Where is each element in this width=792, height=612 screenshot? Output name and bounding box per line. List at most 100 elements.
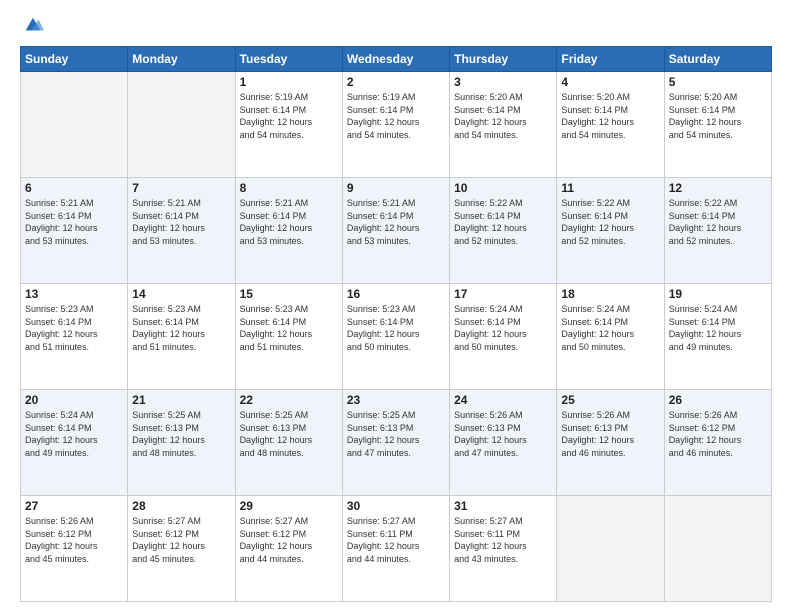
calendar-table: SundayMondayTuesdayWednesdayThursdayFrid… [20, 46, 772, 602]
day-header-tuesday: Tuesday [235, 47, 342, 72]
calendar-cell: 19 Sunrise: 5:24 AM Sunset: 6:14 PM Dayli… [664, 284, 771, 390]
day-number: 4 [561, 75, 659, 89]
day-number: 20 [25, 393, 123, 407]
day-number: 31 [454, 499, 552, 513]
calendar-cell: 16 Sunrise: 5:23 AM Sunset: 6:14 PM Dayli… [342, 284, 449, 390]
day-info: Sunrise: 5:27 AM Sunset: 6:11 PM Dayligh… [454, 515, 552, 565]
calendar-cell: 22 Sunrise: 5:25 AM Sunset: 6:13 PM Dayli… [235, 390, 342, 496]
day-info: Sunrise: 5:23 AM Sunset: 6:14 PM Dayligh… [132, 303, 230, 353]
day-number: 10 [454, 181, 552, 195]
day-number: 14 [132, 287, 230, 301]
day-info: Sunrise: 5:25 AM Sunset: 6:13 PM Dayligh… [132, 409, 230, 459]
calendar-cell [557, 496, 664, 602]
calendar-cell: 15 Sunrise: 5:23 AM Sunset: 6:14 PM Dayli… [235, 284, 342, 390]
calendar-cell: 25 Sunrise: 5:26 AM Sunset: 6:13 PM Dayli… [557, 390, 664, 496]
day-info: Sunrise: 5:22 AM Sunset: 6:14 PM Dayligh… [669, 197, 767, 247]
day-number: 6 [25, 181, 123, 195]
calendar-cell: 17 Sunrise: 5:24 AM Sunset: 6:14 PM Dayli… [450, 284, 557, 390]
calendar-week-row: 27 Sunrise: 5:26 AM Sunset: 6:12 PM Dayli… [21, 496, 772, 602]
calendar-cell: 13 Sunrise: 5:23 AM Sunset: 6:14 PM Dayli… [21, 284, 128, 390]
day-header-wednesday: Wednesday [342, 47, 449, 72]
day-info: Sunrise: 5:23 AM Sunset: 6:14 PM Dayligh… [240, 303, 338, 353]
calendar-week-row: 1 Sunrise: 5:19 AM Sunset: 6:14 PM Daylig… [21, 72, 772, 178]
calendar-cell: 5Sunrise: 5:20 AM Sunset: 6:14 PM Daylig… [664, 72, 771, 178]
day-header-sunday: Sunday [21, 47, 128, 72]
calendar-cell: 26 Sunrise: 5:26 AM Sunset: 6:12 PM Dayli… [664, 390, 771, 496]
day-info: Sunrise: 5:27 AM Sunset: 6:12 PM Dayligh… [240, 515, 338, 565]
day-number: 22 [240, 393, 338, 407]
header-row: SundayMondayTuesdayWednesdayThursdayFrid… [21, 47, 772, 72]
calendar-cell: 31 Sunrise: 5:27 AM Sunset: 6:11 PM Dayli… [450, 496, 557, 602]
day-info: Sunrise: 5:25 AM Sunset: 6:13 PM Dayligh… [240, 409, 338, 459]
day-info: Sunrise: 5:22 AM Sunset: 6:14 PM Dayligh… [561, 197, 659, 247]
calendar-cell: 6 Sunrise: 5:21 AM Sunset: 6:14 PM Daylig… [21, 178, 128, 284]
day-info: Sunrise: 5:21 AM Sunset: 6:14 PM Dayligh… [25, 197, 123, 247]
day-number: 21 [132, 393, 230, 407]
calendar-cell: 3Sunrise: 5:20 AM Sunset: 6:14 PM Daylig… [450, 72, 557, 178]
day-number: 7 [132, 181, 230, 195]
calendar-cell: 4 Sunrise: 5:20 AM Sunset: 6:14 PM Daylig… [557, 72, 664, 178]
calendar-cell: 9 Sunrise: 5:21 AM Sunset: 6:14 PM Daylig… [342, 178, 449, 284]
day-header-saturday: Saturday [664, 47, 771, 72]
day-info: Sunrise: 5:21 AM Sunset: 6:14 PM Dayligh… [347, 197, 445, 247]
day-info: Sunrise: 5:24 AM Sunset: 6:14 PM Dayligh… [561, 303, 659, 353]
logo-text [20, 18, 44, 36]
calendar-week-row: 6 Sunrise: 5:21 AM Sunset: 6:14 PM Daylig… [21, 178, 772, 284]
calendar-week-row: 13 Sunrise: 5:23 AM Sunset: 6:14 PM Dayli… [21, 284, 772, 390]
day-number: 17 [454, 287, 552, 301]
day-number: 24 [454, 393, 552, 407]
calendar-cell: 1Sunrise: 5:19 AM Sunset: 6:14 PM Daylig… [235, 72, 342, 178]
calendar-cell: 18Sunrise: 5:24 AM Sunset: 6:14 PM Dayli… [557, 284, 664, 390]
calendar-cell [664, 496, 771, 602]
day-info: Sunrise: 5:27 AM Sunset: 6:11 PM Dayligh… [347, 515, 445, 565]
day-info: Sunrise: 5:24 AM Sunset: 6:14 PM Dayligh… [454, 303, 552, 353]
day-number: 16 [347, 287, 445, 301]
calendar-cell: 10Sunrise: 5:22 AM Sunset: 6:14 PM Dayli… [450, 178, 557, 284]
day-info: Sunrise: 5:24 AM Sunset: 6:14 PM Dayligh… [25, 409, 123, 459]
day-number: 8 [240, 181, 338, 195]
day-number: 13 [25, 287, 123, 301]
day-number: 30 [347, 499, 445, 513]
calendar-cell: 21 Sunrise: 5:25 AM Sunset: 6:13 PM Dayli… [128, 390, 235, 496]
day-info: Sunrise: 5:26 AM Sunset: 6:13 PM Dayligh… [561, 409, 659, 459]
day-header-friday: Friday [557, 47, 664, 72]
day-number: 3 [454, 75, 552, 89]
day-info: Sunrise: 5:21 AM Sunset: 6:14 PM Dayligh… [132, 197, 230, 247]
calendar-cell: 28 Sunrise: 5:27 AM Sunset: 6:12 PM Dayli… [128, 496, 235, 602]
day-number: 19 [669, 287, 767, 301]
day-number: 28 [132, 499, 230, 513]
day-info: Sunrise: 5:23 AM Sunset: 6:14 PM Dayligh… [25, 303, 123, 353]
calendar-cell: 7 Sunrise: 5:21 AM Sunset: 6:14 PM Daylig… [128, 178, 235, 284]
page: SundayMondayTuesdayWednesdayThursdayFrid… [0, 0, 792, 612]
day-number: 1 [240, 75, 338, 89]
day-info: Sunrise: 5:19 AM Sunset: 6:14 PM Dayligh… [347, 91, 445, 141]
day-info: Sunrise: 5:23 AM Sunset: 6:14 PM Dayligh… [347, 303, 445, 353]
calendar-cell: 12Sunrise: 5:22 AM Sunset: 6:14 PM Dayli… [664, 178, 771, 284]
logo-icon [22, 14, 44, 36]
day-info: Sunrise: 5:27 AM Sunset: 6:12 PM Dayligh… [132, 515, 230, 565]
calendar-body: 1 Sunrise: 5:19 AM Sunset: 6:14 PM Daylig… [21, 72, 772, 602]
day-info: Sunrise: 5:21 AM Sunset: 6:14 PM Dayligh… [240, 197, 338, 247]
day-number: 11 [561, 181, 659, 195]
header [20, 18, 772, 36]
calendar-header: SundayMondayTuesdayWednesdayThursdayFrid… [21, 47, 772, 72]
day-number: 9 [347, 181, 445, 195]
day-number: 25 [561, 393, 659, 407]
day-number: 15 [240, 287, 338, 301]
calendar-cell: 23Sunrise: 5:25 AM Sunset: 6:13 PM Dayli… [342, 390, 449, 496]
day-info: Sunrise: 5:26 AM Sunset: 6:12 PM Dayligh… [669, 409, 767, 459]
day-header-thursday: Thursday [450, 47, 557, 72]
day-number: 27 [25, 499, 123, 513]
day-info: Sunrise: 5:26 AM Sunset: 6:12 PM Dayligh… [25, 515, 123, 565]
calendar-cell: 29 Sunrise: 5:27 AM Sunset: 6:12 PM Dayli… [235, 496, 342, 602]
day-header-monday: Monday [128, 47, 235, 72]
calendar-cell [128, 72, 235, 178]
calendar-cell: 11 Sunrise: 5:22 AM Sunset: 6:14 PM Dayli… [557, 178, 664, 284]
calendar-cell: 14 Sunrise: 5:23 AM Sunset: 6:14 PM Dayli… [128, 284, 235, 390]
day-number: 29 [240, 499, 338, 513]
day-info: Sunrise: 5:24 AM Sunset: 6:14 PM Dayligh… [669, 303, 767, 353]
day-info: Sunrise: 5:25 AM Sunset: 6:13 PM Dayligh… [347, 409, 445, 459]
day-info: Sunrise: 5:20 AM Sunset: 6:14 PM Dayligh… [669, 91, 767, 141]
day-info: Sunrise: 5:20 AM Sunset: 6:14 PM Dayligh… [561, 91, 659, 141]
day-number: 26 [669, 393, 767, 407]
